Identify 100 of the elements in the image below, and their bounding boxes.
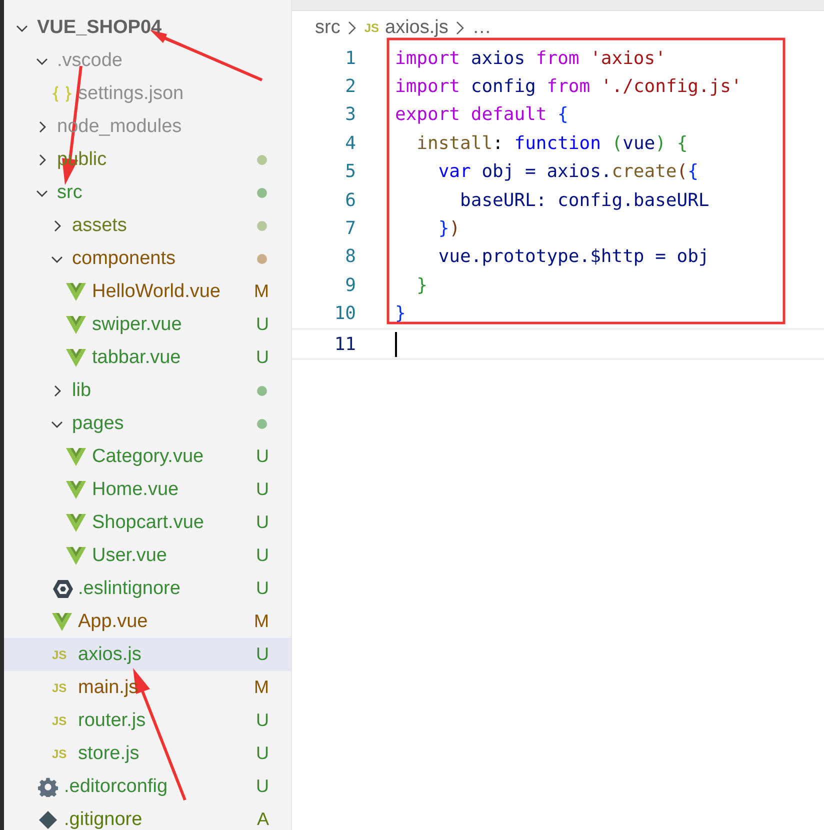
folder-item[interactable]: assets [4, 209, 291, 242]
git-status-letter: U [256, 347, 269, 368]
git-status-letter: U [256, 743, 269, 764]
folder-item[interactable]: .vscode [4, 44, 291, 77]
line-number: 8 [344, 246, 356, 268]
file-item[interactable]: Category.vue U [4, 440, 291, 473]
git-icon [38, 810, 58, 830]
code-line: install: function (vue) { [416, 132, 688, 154]
item-label: axios.js [78, 644, 142, 666]
code-line: }) [437, 218, 460, 240]
project-root[interactable]: VUE_SHOP04 [4, 11, 291, 44]
item-label: components [72, 248, 177, 270]
file-item[interactable]: JS store.js U [4, 737, 291, 770]
git-status-letter: U [256, 710, 269, 731]
git-status-letter: U [256, 479, 269, 500]
item-label: Shopcart.vue [92, 512, 205, 534]
item-label: .editorconfig [64, 776, 169, 798]
code-line: vue.prototype.$http = obj [437, 246, 710, 268]
item-label: tabbar.vue [92, 346, 182, 368]
item-label: swiper.vue [92, 314, 183, 336]
item-label: .gitignore [64, 808, 144, 830]
vue-icon [66, 282, 86, 300]
folder-item[interactable]: components [4, 242, 291, 275]
item-label: User.vue [92, 544, 168, 566]
item-label: Home.vue [92, 478, 180, 500]
vue-icon [52, 612, 72, 630]
line-number: 9 [344, 274, 356, 296]
file-item[interactable]: Shopcart.vue U [4, 506, 291, 539]
line-number: 5 [344, 161, 356, 182]
git-status-letter: U [256, 446, 269, 467]
file-item[interactable]: tabbar.vue U [4, 341, 291, 374]
line-number: 3 [344, 104, 356, 126]
file-item[interactable]: swiper.vue U [4, 308, 291, 341]
vue-icon [66, 348, 86, 366]
vue-icon [66, 448, 86, 466]
item-label: HelloWorld.vue [92, 280, 222, 302]
hexagon-icon [52, 578, 74, 598]
file-item[interactable]: HelloWorld.vue M [4, 275, 291, 308]
line-number: 2 [344, 76, 356, 98]
git-status-letter: M [254, 677, 269, 698]
line-number: 4 [344, 132, 356, 154]
breadcrumb[interactable]: src [315, 16, 340, 38]
item-label: .vscode [57, 50, 124, 72]
file-item[interactable]: .eslintignore U [4, 572, 291, 605]
breadcrumb[interactable]: … [472, 16, 492, 38]
file-item[interactable]: JS axios.js U [4, 638, 291, 671]
git-status-letter: M [254, 281, 269, 302]
git-status-letter: A [256, 809, 269, 830]
chevron-right-icon [454, 20, 466, 36]
git-status-letter: U [256, 776, 269, 797]
item-label: Category.vue [92, 446, 205, 468]
git-status-letter: U [256, 644, 269, 665]
item-label: store.js [78, 742, 140, 764]
item-label: App.vue [78, 610, 149, 632]
file-item[interactable]: .editorconfig U [4, 770, 291, 803]
item-label: .eslintignore [78, 578, 182, 600]
git-status-letter: M [254, 611, 269, 632]
file-item[interactable]: JS router.js U [4, 704, 291, 737]
vue-icon [66, 316, 86, 334]
line-number: 6 [344, 190, 356, 211]
folder-item[interactable]: src [4, 176, 291, 209]
breadcrumb[interactable]: axios.js [385, 16, 448, 38]
file-item[interactable]: User.vue U [4, 539, 291, 572]
vue-icon [66, 546, 86, 564]
braces-icon [52, 84, 72, 102]
file-item[interactable]: App.vue M [4, 605, 291, 638]
item-label: lib [72, 380, 92, 402]
git-status-letter: U [256, 314, 269, 335]
git-status-letter: U [256, 512, 269, 533]
gear-icon [38, 776, 58, 796]
code-line: var obj = axios.create({ [437, 161, 698, 182]
js-file-icon: JS [52, 680, 67, 694]
js-file-icon: JS [52, 746, 67, 760]
vue-icon [66, 480, 86, 498]
code-line: import axios from 'axios' [395, 48, 666, 69]
item-label: pages [72, 412, 125, 434]
line-number: 11 [333, 334, 356, 355]
text-cursor [395, 332, 397, 357]
code-line: baseURL: config.baseURL [459, 190, 710, 211]
line-number: 1 [344, 48, 356, 69]
line-number: 7 [344, 218, 356, 240]
file-item[interactable]: Home.vue U [4, 473, 291, 506]
js-file-icon: JS [364, 20, 380, 34]
code-line: import config from './config.js' [395, 76, 742, 98]
file-item[interactable]: .gitignore A [4, 803, 291, 830]
code-line: export default { [395, 104, 568, 126]
js-file-icon: JS [52, 648, 67, 662]
folder-item[interactable]: lib [4, 374, 291, 407]
item-label: src [57, 182, 84, 204]
git-status-letter: U [256, 545, 269, 566]
chevron-right-icon [346, 20, 358, 36]
line-number: 10 [333, 303, 356, 324]
code-line: } [395, 303, 406, 324]
js-file-icon: JS [52, 714, 67, 728]
folder-item[interactable]: pages [4, 407, 291, 440]
project-name: VUE_SHOP04 [37, 16, 163, 38]
code-line: } [416, 274, 428, 296]
git-status-letter: U [256, 578, 269, 599]
vue-icon [66, 514, 86, 532]
item-label: assets [72, 214, 128, 236]
